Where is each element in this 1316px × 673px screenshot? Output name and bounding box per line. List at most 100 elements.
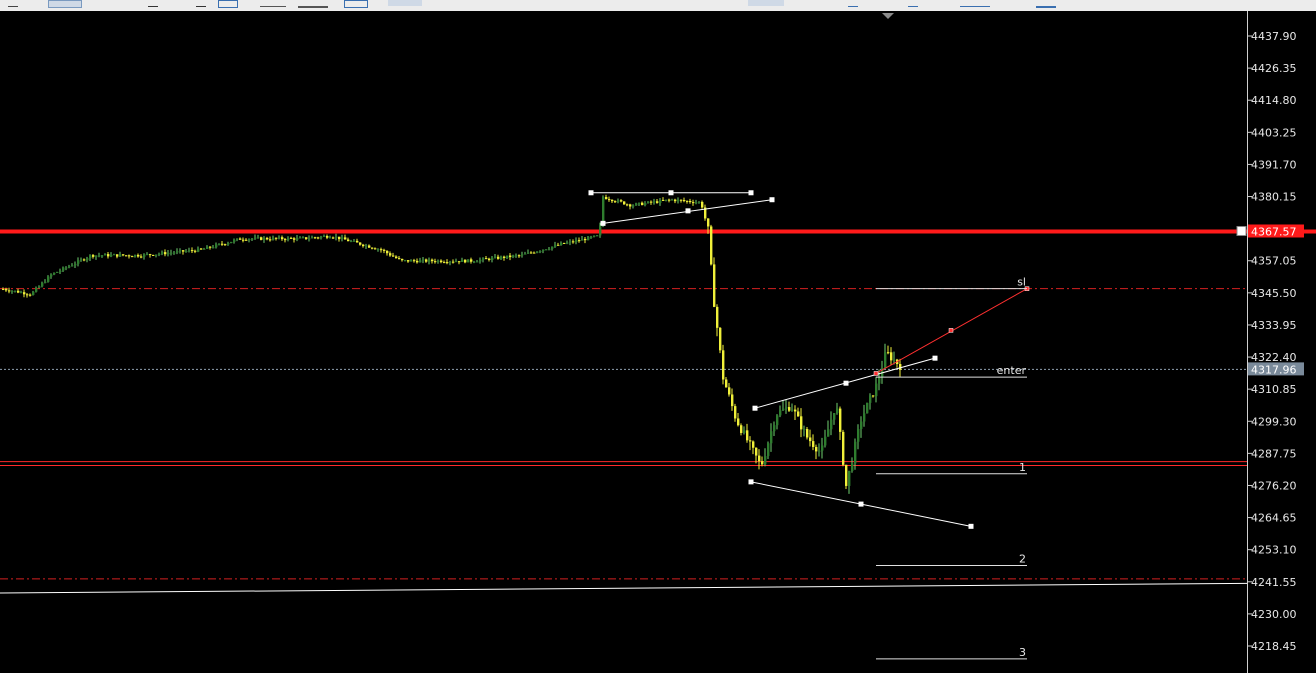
- candle-body: [872, 395, 875, 397]
- candle-body: [842, 431, 845, 465]
- drawing-handle[interactable]: [685, 208, 691, 214]
- candle-body: [437, 260, 440, 262]
- toolbar-icon-3[interactable]: [148, 0, 158, 7]
- projection-handle[interactable]: [873, 371, 879, 376]
- line-anchor-handle[interactable]: [1236, 225, 1247, 236]
- candle-body: [716, 306, 719, 328]
- candle-body: [419, 260, 422, 263]
- candle-body: [266, 237, 269, 240]
- candle-body: [179, 250, 182, 252]
- candle-body: [422, 259, 425, 261]
- candle-body: [254, 237, 257, 239]
- drawing-handle[interactable]: [769, 197, 775, 203]
- candle-body: [584, 238, 587, 241]
- candle-body: [503, 256, 506, 258]
- candle-body: [341, 237, 344, 240]
- toolbar-icon-2[interactable]: [48, 0, 82, 8]
- candle-body: [797, 411, 800, 417]
- candle-body: [377, 249, 380, 251]
- drawing-handle[interactable]: [600, 220, 606, 226]
- price-chart[interactable]: sl enter 1 2 3 4437.90 4426.35 4414.80 4403.25 4…: [0, 11, 1316, 673]
- candle-body: [683, 200, 686, 202]
- candle-body: [899, 364, 902, 370]
- candle-body: [644, 203, 647, 206]
- candle-body: [605, 197, 608, 200]
- candle-body: [239, 238, 242, 240]
- candle-body: [134, 254, 137, 257]
- candle-body: [680, 199, 683, 201]
- y-tick-label-15: 4264.65: [1251, 512, 1297, 525]
- toolbar-icon-4[interactable]: [196, 0, 206, 7]
- candle-body: [170, 252, 173, 254]
- candle-body: [527, 252, 530, 254]
- candle-body: [668, 199, 671, 201]
- candle-body: [824, 436, 827, 446]
- candle-body: [104, 254, 107, 256]
- candle-body: [380, 249, 383, 251]
- candle-body: [485, 258, 488, 260]
- candle-body: [215, 244, 218, 248]
- drawing-handle[interactable]: [858, 501, 864, 507]
- candle-body: [851, 463, 854, 471]
- toolbar-icon-14[interactable]: [1036, 0, 1056, 8]
- candle-body: [773, 425, 776, 432]
- projection-handle[interactable]: [948, 328, 954, 333]
- toolbar-icon-9[interactable]: [388, 0, 422, 6]
- candle-body: [44, 281, 47, 283]
- candle-body: [200, 248, 203, 250]
- candle-body: [26, 294, 29, 296]
- drawing-handle[interactable]: [932, 355, 938, 361]
- candle-body: [746, 430, 749, 441]
- candle-body: [203, 248, 206, 250]
- toolbar-icon-7[interactable]: [298, 0, 328, 8]
- candle-body: [698, 201, 701, 203]
- candle-body: [509, 255, 512, 258]
- toolbar-icon-6[interactable]: [260, 0, 286, 7]
- drawing-handle[interactable]: [968, 523, 974, 529]
- candle-body: [515, 255, 518, 257]
- toolbar-icon-5[interactable]: [218, 0, 238, 8]
- candle-body: [131, 256, 134, 258]
- candle-body: [299, 237, 302, 239]
- drawing-handle[interactable]: [843, 380, 849, 386]
- drawing-handle[interactable]: [588, 190, 594, 196]
- y-tick-label-1: 4426.35: [1251, 62, 1297, 75]
- candle-body: [407, 260, 410, 262]
- drawing-handle[interactable]: [748, 190, 754, 196]
- candle-body: [317, 237, 320, 239]
- candle-body: [551, 246, 554, 249]
- candle-body: [302, 237, 305, 239]
- toolbar-icon-8[interactable]: [344, 0, 368, 8]
- candle-body: [524, 253, 527, 255]
- drawing-handle[interactable]: [752, 405, 758, 411]
- candle-body: [839, 408, 842, 432]
- candle-body: [275, 237, 278, 239]
- candle-body: [599, 225, 602, 236]
- candle-body: [329, 237, 332, 239]
- candle-body: [323, 236, 326, 238]
- drawing-handle[interactable]: [668, 190, 674, 196]
- toolbar-icon-11[interactable]: [848, 0, 858, 7]
- toolbar-icon-13[interactable]: [960, 0, 990, 7]
- candle-body: [47, 276, 50, 282]
- candle-body: [536, 251, 539, 253]
- candle-body: [71, 265, 74, 267]
- toolbar-icon-12[interactable]: [908, 0, 918, 7]
- toolbar-icon-10[interactable]: [748, 0, 784, 6]
- candle-body: [431, 259, 434, 262]
- drawing-handle[interactable]: [748, 479, 754, 485]
- candle-body: [86, 258, 89, 261]
- candle-body: [608, 199, 611, 201]
- y-tick-label-7: 4357.05: [1251, 255, 1297, 268]
- candle-body: [149, 254, 152, 256]
- candle-body: [809, 437, 812, 442]
- candle-body: [674, 199, 677, 202]
- candle-body: [23, 292, 26, 295]
- toolbar-icon-1[interactable]: [8, 0, 18, 7]
- candle-body: [755, 447, 758, 456]
- candle-body: [206, 246, 209, 249]
- candle-body: [311, 237, 314, 239]
- level-label-2: 1: [1019, 461, 1026, 474]
- level-label-1: enter: [997, 364, 1027, 377]
- candle-body: [695, 202, 698, 204]
